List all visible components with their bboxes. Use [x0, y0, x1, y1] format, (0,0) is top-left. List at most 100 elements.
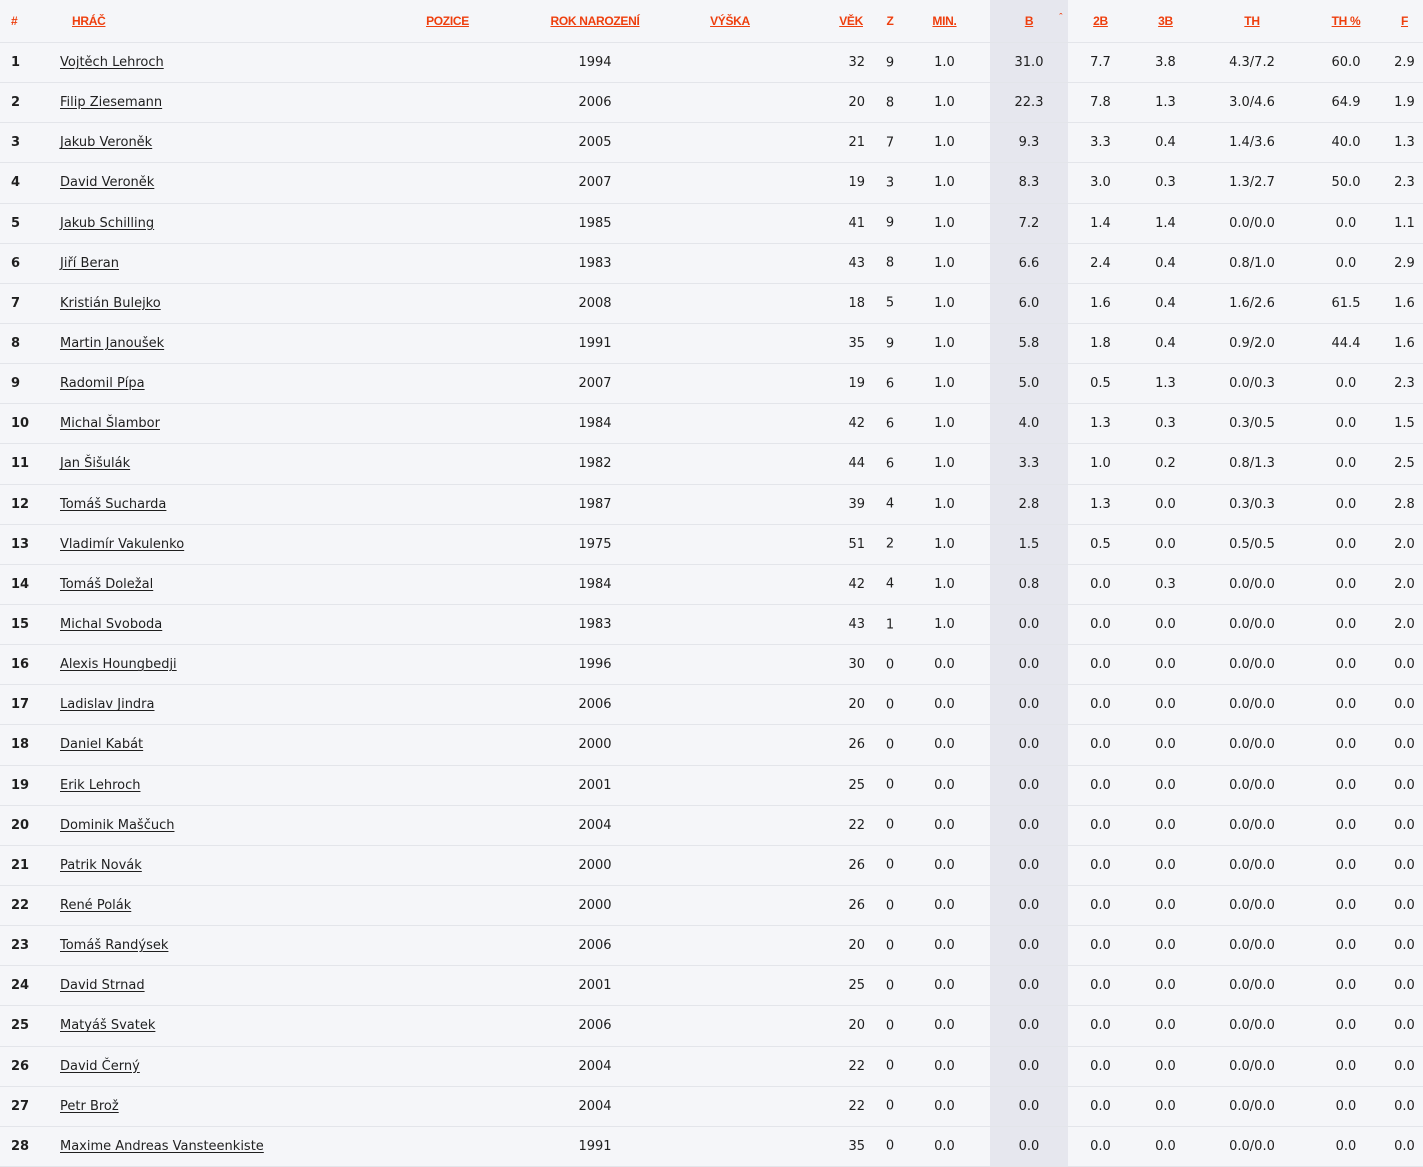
player-name-link[interactable]: Tomáš Randýsek [60, 938, 168, 953]
cell-games-value: 9 [885, 215, 895, 231]
player-name-link[interactable]: Radomil Pípa [60, 376, 145, 391]
header-minutes[interactable]: MIN. [885, 0, 990, 43]
cell-position [400, 243, 495, 284]
cell-games-value: 8 [885, 95, 895, 111]
player-name-link[interactable]: Jan Šišulák [60, 456, 130, 471]
cell-two-point: 1.0 [1068, 443, 1133, 485]
player-name-link[interactable]: Maxime Andreas Vansteenkiste [60, 1139, 264, 1154]
header-free-throw-pct[interactable]: TH % [1306, 0, 1386, 43]
cell-height [695, 885, 765, 927]
cell-three-point: 1.4 [1133, 203, 1198, 244]
cell-three-point: 0.0 [1133, 1046, 1198, 1087]
cell-free-throw-pct: 0.0 [1306, 885, 1386, 927]
cell-games-value: 0 [885, 1018, 895, 1034]
header-rank[interactable]: # [0, 0, 60, 43]
cell-position [400, 765, 495, 806]
player-name-link[interactable]: David Veroněk [60, 175, 154, 190]
sort-ascending-icon: ˆ [1059, 12, 1062, 22]
cell-free-throw-pct: 0.0 [1306, 1005, 1386, 1047]
cell-birth-year: 1983 [495, 243, 695, 284]
cell-games: 0 [865, 684, 894, 726]
cell-height [695, 604, 765, 646]
cell-points: 0.0 [990, 604, 1068, 646]
cell-birth-year: 2000 [495, 845, 695, 886]
cell-free-throw-pct: 0.0 [1306, 604, 1386, 646]
header-points[interactable]: B ˆ [990, 0, 1068, 43]
cell-fouls: 0.0 [1386, 724, 1423, 766]
table-row: 4 David Veroněk 2007 19 3 1.0 8.3 3.0 0.3 1.3/2.7… [0, 162, 1423, 204]
cell-games: 4 [865, 564, 894, 605]
player-name-link[interactable]: Vojtěch Lehroch [60, 55, 164, 70]
player-name-link[interactable]: Tomáš Doležal [60, 577, 153, 592]
cell-rank: 12 [0, 484, 60, 525]
cell-free-throws: 0.0/0.0 [1198, 724, 1306, 766]
player-name-link[interactable]: Vladimír Vakulenko [60, 537, 184, 552]
player-name-link[interactable]: Ladislav Jindra [60, 697, 155, 712]
player-name-link[interactable]: Dominik Maščuch [60, 818, 174, 833]
cell-age: 41 [765, 203, 865, 244]
player-name-link[interactable]: Tomáš Sucharda [60, 497, 166, 512]
cell-position [400, 564, 495, 605]
cell-position [400, 203, 495, 244]
header-fouls[interactable]: F [1386, 0, 1423, 43]
cell-position [400, 484, 495, 525]
cell-position [400, 1005, 495, 1047]
cell-age: 22 [765, 805, 865, 846]
player-name-link[interactable]: Kristián Bulejko [60, 296, 161, 311]
cell-free-throw-pct: 0.0 [1306, 684, 1386, 726]
cell-free-throw-pct: 0.0 [1306, 203, 1386, 244]
player-name-link[interactable]: Michal Šlambor [60, 416, 160, 431]
player-name-link[interactable]: Petr Brož [60, 1099, 119, 1114]
cell-age: 51 [765, 524, 865, 565]
cell-games: 0 [865, 724, 894, 766]
player-name-link[interactable]: Jakub Veroněk [60, 135, 152, 150]
player-name-link[interactable]: David Strnad [60, 978, 145, 993]
cell-games: 4 [865, 484, 894, 525]
player-name-link[interactable]: Patrik Novák [60, 858, 142, 873]
header-height[interactable]: VÝŠKA [695, 0, 765, 43]
player-name-link[interactable]: Michal Svoboda [60, 617, 162, 632]
player-name-link[interactable]: David Černý [60, 1059, 140, 1074]
player-name-link[interactable]: Alexis Houngbedji [60, 657, 177, 672]
header-birth-year[interactable]: ROK NAROZENÍ [495, 0, 695, 43]
header-position[interactable]: POZICE [400, 0, 495, 43]
cell-free-throws: 0.0/0.0 [1198, 965, 1306, 1007]
cell-games-value: 0 [885, 1138, 895, 1154]
cell-free-throw-pct: 0.0 [1306, 1046, 1386, 1087]
table-row: 27 Petr Brož 2004 22 0 0.0 0.0 0.0 0.0 0.0/0.0 0.0… [0, 1086, 1423, 1127]
cell-birth-year: 2007 [495, 162, 695, 204]
header-points-label: B [1024, 14, 1034, 28]
cell-height [695, 765, 765, 806]
player-name-link[interactable]: Jakub Schilling [60, 216, 154, 231]
cell-points: 0.0 [990, 885, 1068, 927]
header-free-throws[interactable]: TH [1198, 0, 1306, 43]
player-name-link[interactable]: Martin Janoušek [60, 336, 164, 351]
cell-points: 4.0 [990, 403, 1068, 445]
player-name-link[interactable]: René Polák [60, 898, 131, 913]
cell-position [400, 925, 495, 967]
cell-player: Filip Ziesemann [60, 82, 400, 124]
player-name-link[interactable]: Jiří Beran [60, 256, 119, 271]
cell-free-throws: 0.8/1.3 [1198, 443, 1306, 485]
cell-fouls: 0.0 [1386, 765, 1423, 806]
cell-free-throw-pct: 0.0 [1306, 644, 1386, 686]
cell-fouls: 0.0 [1386, 965, 1423, 1007]
cell-three-point: 0.0 [1133, 1126, 1198, 1167]
player-name-link[interactable]: Filip Ziesemann [60, 95, 162, 110]
player-name-link[interactable]: Erik Lehroch [60, 778, 140, 793]
header-player[interactable]: HRÁČ [60, 0, 400, 43]
cell-games-value: 2 [885, 536, 895, 552]
header-three-point[interactable]: 3B [1133, 0, 1198, 43]
header-age[interactable]: VĚK [765, 0, 865, 43]
header-games[interactable]: Z [865, 0, 894, 43]
cell-games: 0 [865, 1086, 894, 1127]
cell-three-point: 0.4 [1133, 323, 1198, 365]
table-row: 25 Matyáš Svatek 2006 20 0 0.0 0.0 0.0 0.0 0.0/0.… [0, 1005, 1423, 1047]
header-two-point[interactable]: 2B [1068, 0, 1133, 43]
cell-two-point: 0.5 [1068, 524, 1133, 565]
player-name-link[interactable]: Daniel Kabát [60, 737, 143, 752]
cell-games: 9 [865, 323, 894, 365]
player-name-link[interactable]: Matyáš Svatek [60, 1018, 155, 1033]
cell-position [400, 162, 495, 204]
cell-free-throw-pct: 60.0 [1306, 42, 1386, 84]
